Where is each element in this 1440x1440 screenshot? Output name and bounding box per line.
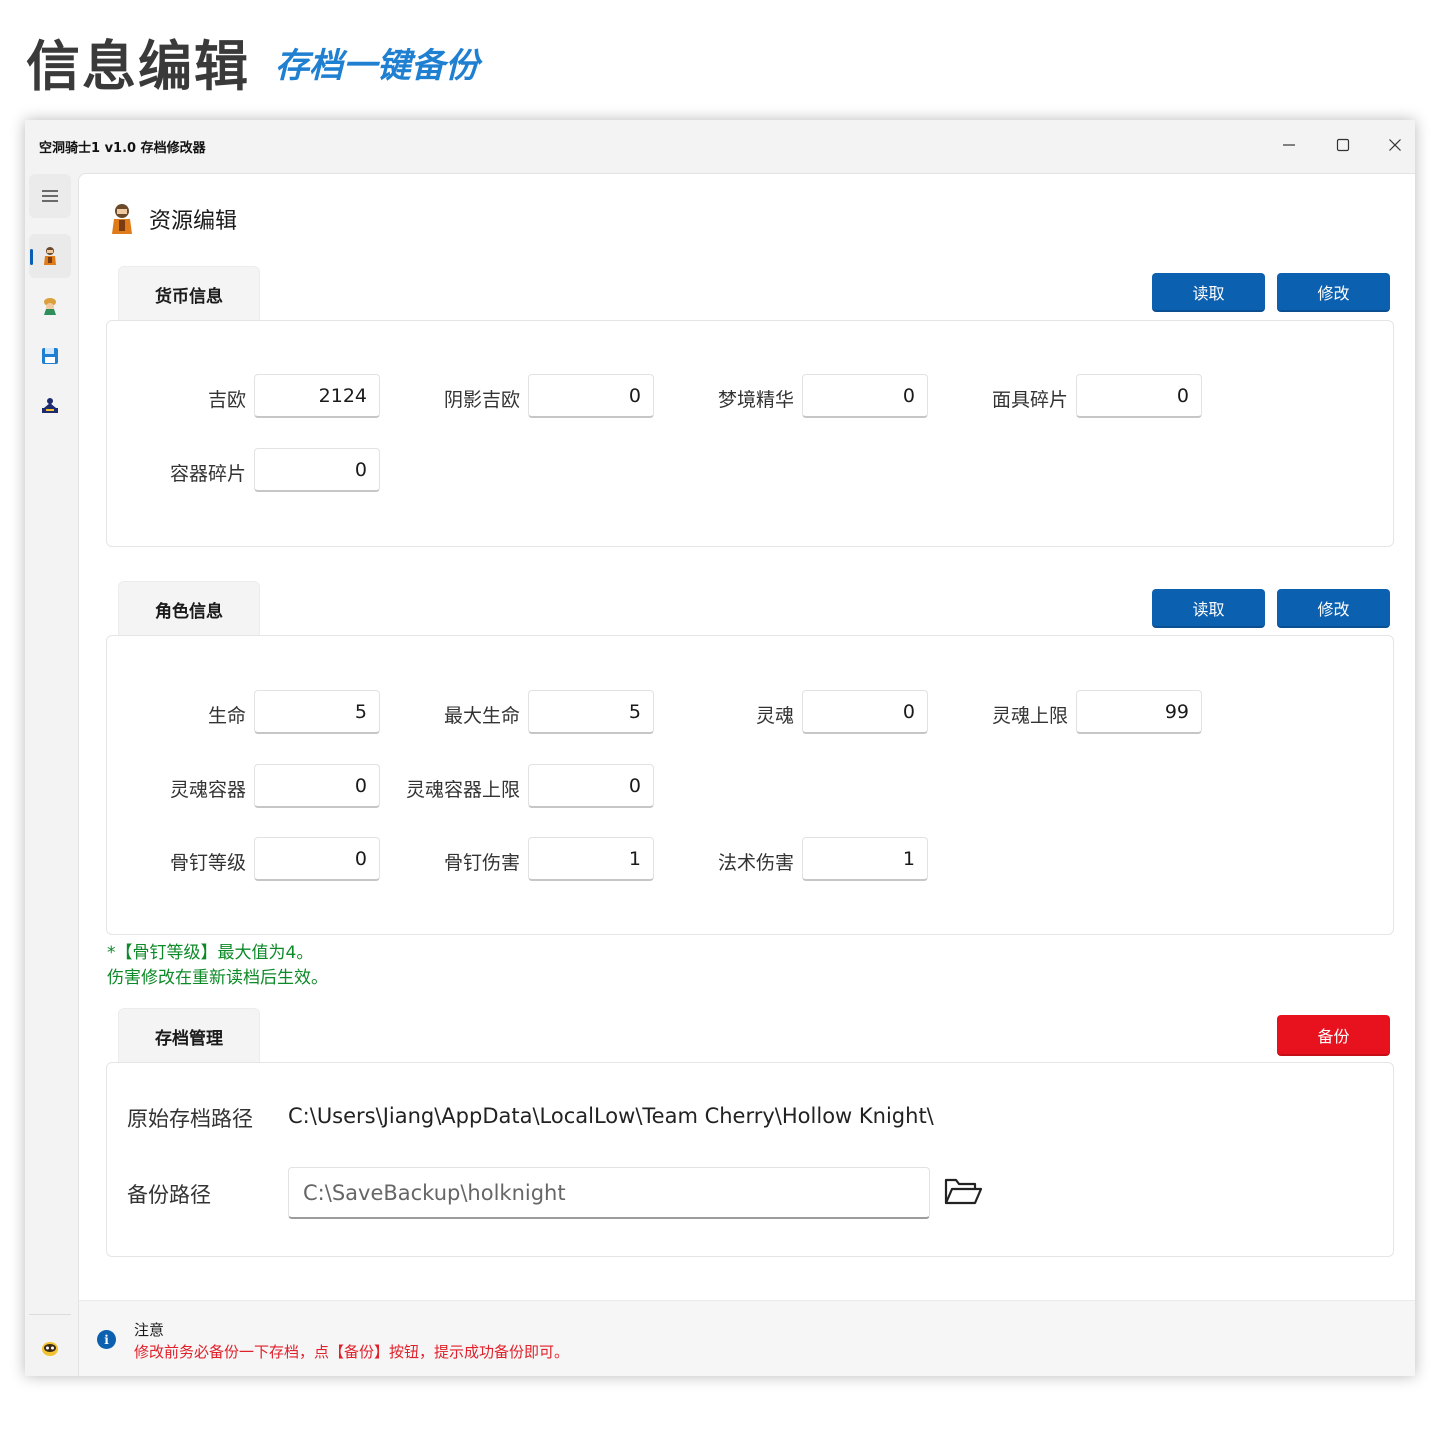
- page-title: 资源编辑: [149, 209, 238, 234]
- field-label: 面具碎片: [991, 389, 1068, 411]
- close-button[interactable]: [1375, 130, 1415, 160]
- section-tab-save-mgmt: 存档管理: [118, 1008, 260, 1064]
- window-title: 空洞骑士1 v1.0 存档修改器: [39, 141, 206, 156]
- sidebar-divider: [29, 1314, 71, 1315]
- vessel-fragment-input[interactable]: 0: [254, 448, 380, 492]
- promo-subtitle: 存档一键备份: [275, 46, 479, 86]
- knight-avatar-icon: [44, 247, 56, 265]
- nav-item-footer[interactable]: [29, 1326, 71, 1370]
- backup-path-input[interactable]: [288, 1167, 930, 1219]
- field-label: 梦境精华: [717, 389, 794, 411]
- floppy-disk-icon: [42, 348, 58, 364]
- field-label: 容器碎片: [169, 463, 246, 485]
- field-label: 骨钉伤害: [443, 852, 520, 874]
- section-tab-character: 角色信息: [118, 581, 260, 637]
- max-soul-vessel-input[interactable]: 0: [528, 764, 654, 808]
- info-icon: i: [97, 1330, 116, 1349]
- info-message: 修改前务必备份一下存档，点【备份】按钮，提示成功备份即可。: [134, 1343, 570, 1361]
- nail-level-note: *【骨钉等级】最大值为4。: [107, 943, 314, 963]
- nav-item-page-2[interactable]: [29, 284, 71, 328]
- geo-input[interactable]: 2124: [254, 374, 380, 418]
- field-label: 灵魂容器上限: [405, 779, 520, 801]
- currency-read-button[interactable]: 读取: [1152, 273, 1265, 312]
- page-header: 资源编辑: [109, 202, 237, 236]
- maximize-icon: [1336, 138, 1350, 152]
- field-label: 法术伤害: [717, 852, 794, 874]
- knight-avatar-icon: [112, 204, 132, 234]
- promo-banner: 信息编辑 存档一键备份: [0, 0, 1440, 110]
- info-bar: i 注意 修改前务必备份一下存档，点【备份】按钮，提示成功备份即可。: [79, 1300, 1415, 1376]
- soul-vessel-input[interactable]: 0: [254, 764, 380, 808]
- mask-shard-input[interactable]: 0: [1076, 374, 1202, 418]
- field-label: 最大生命: [443, 705, 520, 727]
- hamburger-menu-icon: [42, 190, 58, 202]
- maximize-button[interactable]: [1323, 130, 1363, 160]
- character-avatar-icon: [44, 298, 56, 315]
- soul-input[interactable]: 0: [802, 690, 928, 734]
- field-label: 吉欧: [207, 389, 246, 411]
- map-figure-icon: [42, 398, 58, 413]
- nav-item-save[interactable]: [29, 334, 71, 378]
- app-window: 空洞骑士1 v1.0 存档修改器 资源编辑 货币信息 读取 修改 吉欧 2124…: [25, 120, 1415, 1376]
- field-label: 灵魂上限: [991, 705, 1068, 727]
- field-label: 灵魂容器: [169, 779, 246, 801]
- menu-toggle-button[interactable]: [29, 174, 71, 218]
- nav-sidebar: [25, 170, 78, 1376]
- currency-card: 吉欧 2124 阴影吉欧 0 梦境精华 0 面具碎片 0 容器碎片 0: [106, 320, 1394, 547]
- nav-item-page-4[interactable]: [29, 384, 71, 428]
- dream-essence-input[interactable]: 0: [802, 374, 928, 418]
- mask-character-icon: [42, 1342, 58, 1356]
- info-title: 注意: [134, 1321, 165, 1339]
- close-icon: [1389, 139, 1401, 151]
- section-tab-currency: 货币信息: [118, 266, 260, 322]
- spell-damage-input[interactable]: 1: [802, 837, 928, 881]
- promo-title: 信息编辑: [26, 35, 250, 98]
- damage-reload-note: 伤害修改在重新读档后生效。: [107, 968, 328, 988]
- character-card: 生命 5 最大生命 5 灵魂 0 灵魂上限 99 灵魂容器 0 灵魂容器上限 0…: [106, 635, 1394, 935]
- field-label: 生命: [207, 705, 246, 727]
- backup-button[interactable]: 备份: [1277, 1015, 1390, 1056]
- field-label: 阴影吉欧: [443, 389, 520, 411]
- field-label: 骨钉等级: [169, 852, 246, 874]
- max-soul-input[interactable]: 99: [1076, 690, 1202, 734]
- backup-path-label: 备份路径: [127, 1183, 211, 1207]
- minimize-icon: [1283, 144, 1295, 146]
- browse-folder-button[interactable]: [942, 1171, 984, 1211]
- original-path-value: C:\Users\Jiang\AppData\LocalLow\Team Che…: [288, 1104, 934, 1128]
- nail-damage-input[interactable]: 1: [528, 837, 654, 881]
- content-panel: 资源编辑 货币信息 读取 修改 吉欧 2124 阴影吉欧 0 梦境精华 0 面具…: [78, 173, 1415, 1376]
- health-input[interactable]: 5: [254, 690, 380, 734]
- character-modify-button[interactable]: 修改: [1277, 589, 1390, 628]
- original-path-label: 原始存档路径: [127, 1107, 253, 1131]
- title-bar[interactable]: 空洞骑士1 v1.0 存档修改器: [25, 120, 1415, 170]
- nav-item-resource-edit[interactable]: [29, 234, 71, 278]
- minimize-button[interactable]: [1269, 130, 1309, 160]
- save-mgmt-card: 原始存档路径 C:\Users\Jiang\AppData\LocalLow\T…: [106, 1062, 1394, 1257]
- shadow-geo-input[interactable]: 0: [528, 374, 654, 418]
- nail-level-input[interactable]: 0: [254, 837, 380, 881]
- field-label: 灵魂: [755, 705, 794, 727]
- character-read-button[interactable]: 读取: [1152, 589, 1265, 628]
- currency-modify-button[interactable]: 修改: [1277, 273, 1390, 312]
- max-health-input[interactable]: 5: [528, 690, 654, 734]
- selection-indicator: [30, 249, 33, 265]
- folder-open-icon: [944, 1178, 983, 1205]
